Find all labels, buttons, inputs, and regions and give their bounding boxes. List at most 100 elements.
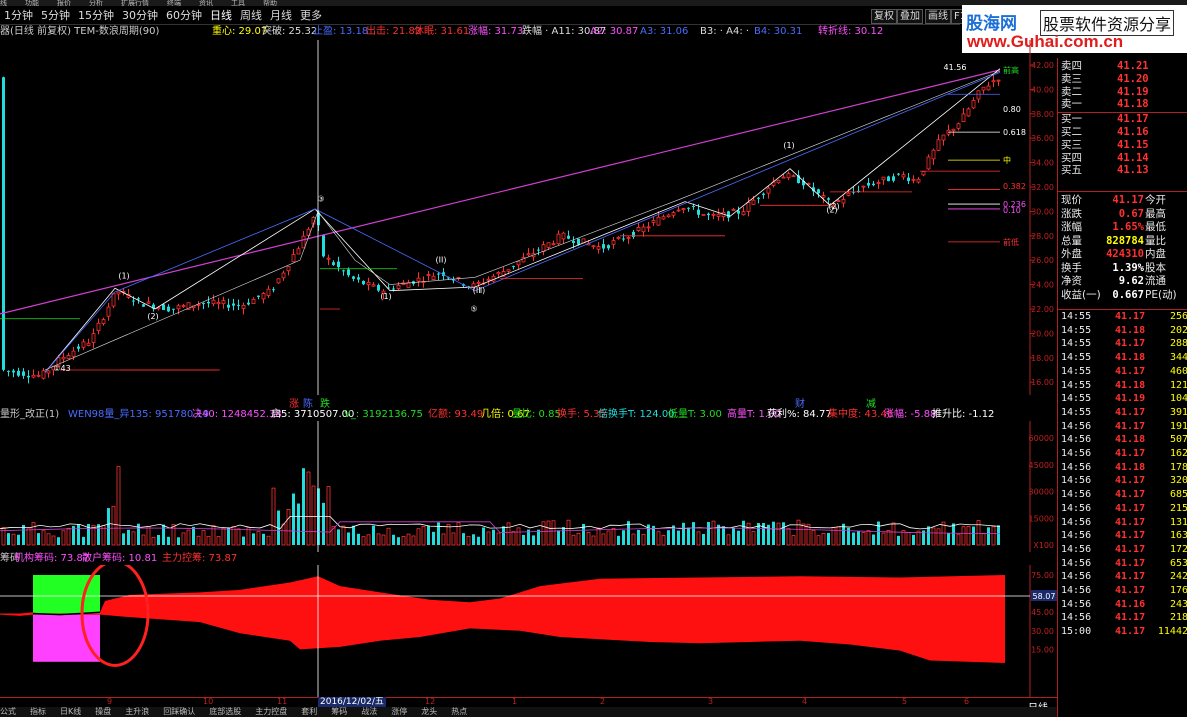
- orderbook-row[interactable]: 买一 41.17: [1061, 113, 1186, 125]
- bottom-tab[interactable]: 龙头: [421, 707, 437, 716]
- candle-body: [261, 293, 266, 300]
- orderbook-row[interactable]: 买四 41.14: [1061, 152, 1186, 164]
- stats-label-2: 量比: [1145, 234, 1166, 247]
- volume-axis-label: X100: [1033, 541, 1054, 550]
- menu-item[interactable]: 功能: [25, 0, 39, 6]
- tick-time: 14:55: [1061, 324, 1092, 336]
- bottom-tab[interactable]: 底部选股: [209, 707, 241, 716]
- volume-bar: [751, 531, 756, 546]
- orderbook-row[interactable]: 卖一 41.18: [1061, 98, 1186, 110]
- tick-time: 14:56: [1061, 598, 1092, 610]
- menu-item[interactable]: 线: [0, 0, 7, 6]
- volume-bar: [836, 526, 841, 546]
- volume-bar: [956, 533, 961, 546]
- candle-body: [2, 77, 5, 370]
- chip-axis-label: 15.00: [1031, 645, 1054, 654]
- candle-body: [46, 370, 51, 374]
- menu-item[interactable]: 报价: [57, 0, 71, 6]
- period-tab[interactable]: 更多: [300, 9, 322, 22]
- level-label: 0.382: [1003, 182, 1026, 191]
- orderbook-row[interactable]: 卖四 41.21: [1061, 60, 1186, 72]
- candles: [2, 74, 1001, 384]
- indicator-value: B3: · A4: ·: [700, 26, 750, 37]
- tick-row: 14:56 41.18 507: [1061, 433, 1187, 447]
- candle-body: [106, 306, 111, 317]
- menu-item[interactable]: 帮助: [263, 0, 277, 6]
- toolbar-button[interactable]: 画线: [925, 9, 951, 24]
- volume-bar: [361, 536, 366, 546]
- volume-indicator-value: V_: 3192136.75: [344, 409, 423, 420]
- volume-chart[interactable]: 60000 45000 30000 15000 X100: [0, 421, 1057, 552]
- volume-bar: [861, 532, 866, 546]
- candle-body: [326, 257, 331, 260]
- candle-body: [966, 108, 971, 117]
- chip-chart[interactable]: 75.0060.0045.0030.0015.0058.07: [0, 565, 1057, 697]
- menu-item[interactable]: 扩展行情: [121, 0, 149, 6]
- volume-bar: [11, 533, 16, 546]
- orderbook-row[interactable]: 买三 41.15: [1061, 139, 1186, 151]
- period-tab[interactable]: 月线: [270, 9, 292, 22]
- period-tab[interactable]: 1分钟: [4, 9, 33, 22]
- bottom-tab[interactable]: 套利: [301, 707, 317, 716]
- period-tab[interactable]: 60分钟: [166, 9, 202, 22]
- kline-chart[interactable]: 42.00 40.00 38.00 36.00 34.00 32.00 30.00 28.00…: [0, 40, 1057, 395]
- period-tab[interactable]: 周线: [240, 9, 262, 22]
- candle-body: [362, 280, 365, 285]
- stats-label: 换手: [1061, 261, 1082, 274]
- period-tab[interactable]: 15分钟: [78, 9, 114, 22]
- tick-price: 41.17: [1115, 365, 1146, 377]
- candle-body: [986, 85, 991, 91]
- candle-body: [357, 277, 360, 280]
- bottom-tab[interactable]: 公式: [0, 707, 16, 716]
- volume-bar: [227, 527, 230, 545]
- volume-bar: [427, 525, 430, 545]
- indicator-value: 休眠: 31.61: [414, 26, 470, 37]
- bottom-tab[interactable]: 日K线: [60, 707, 81, 716]
- stats-value: 424310: [1106, 248, 1144, 260]
- volume-bar: [947, 533, 950, 545]
- orderbook-row[interactable]: 买五 41.13: [1061, 164, 1186, 176]
- toolbar-button[interactable]: 复权: [871, 9, 897, 24]
- volume-bar: [477, 536, 480, 545]
- period-tab[interactable]: 30分钟: [122, 9, 158, 22]
- tick-row: 14:56 41.17 172: [1061, 543, 1187, 557]
- candle-body: [332, 262, 335, 265]
- bottom-tab[interactable]: 筹码: [331, 707, 347, 716]
- wave-label: ①43: [53, 364, 70, 373]
- candle-body: [881, 176, 886, 181]
- menu-item[interactable]: 资讯: [199, 0, 213, 6]
- indicator-value: 重心: 29.07: [212, 26, 268, 37]
- volume-bar: [151, 536, 156, 546]
- menu-item[interactable]: 终端: [167, 0, 181, 6]
- volume-bar: [167, 536, 170, 545]
- menu-item[interactable]: 分析: [89, 0, 103, 6]
- volume-bar: [551, 520, 556, 546]
- stats-value: 1.39%: [1112, 261, 1144, 274]
- orderbook-row[interactable]: 买二 41.16: [1061, 126, 1186, 138]
- period-tab[interactable]: 5分钟: [41, 9, 70, 22]
- orderbook-label: 买五: [1061, 164, 1082, 177]
- bottom-tab[interactable]: 涨停: [391, 707, 407, 716]
- indicator-value: 涨幅: 31.73: [468, 26, 524, 37]
- tick-row: 14:56 41.17 215: [1061, 502, 1187, 516]
- wave-label: (ⅠⅠ): [436, 256, 447, 265]
- bottom-tab[interactable]: 操盘: [95, 707, 111, 716]
- tick-time: 14:56: [1061, 557, 1092, 569]
- candle-body: [867, 182, 870, 186]
- candle-body: [176, 305, 181, 310]
- volume-bar: [201, 530, 206, 546]
- menu-item[interactable]: 工具: [231, 0, 245, 6]
- bottom-tab[interactable]: 主力控盘: [255, 707, 287, 716]
- candle-body: [276, 278, 281, 284]
- bottom-tab[interactable]: 回踩确认: [163, 707, 195, 716]
- period-tab[interactable]: 日线: [210, 9, 232, 22]
- volume-indicator-value: 推升比: -1.12: [932, 409, 995, 420]
- toolbar-button[interactable]: 叠加: [897, 9, 923, 24]
- orderbook-row[interactable]: 卖二 41.19: [1061, 86, 1186, 98]
- candle-body: [22, 371, 25, 376]
- bottom-tab[interactable]: 热点: [451, 707, 467, 716]
- bottom-tab[interactable]: 战法: [361, 707, 377, 716]
- orderbook-row[interactable]: 卖三 41.20: [1061, 73, 1186, 85]
- bottom-tab[interactable]: 指标: [30, 707, 46, 716]
- bottom-tab[interactable]: 主升浪: [125, 707, 149, 716]
